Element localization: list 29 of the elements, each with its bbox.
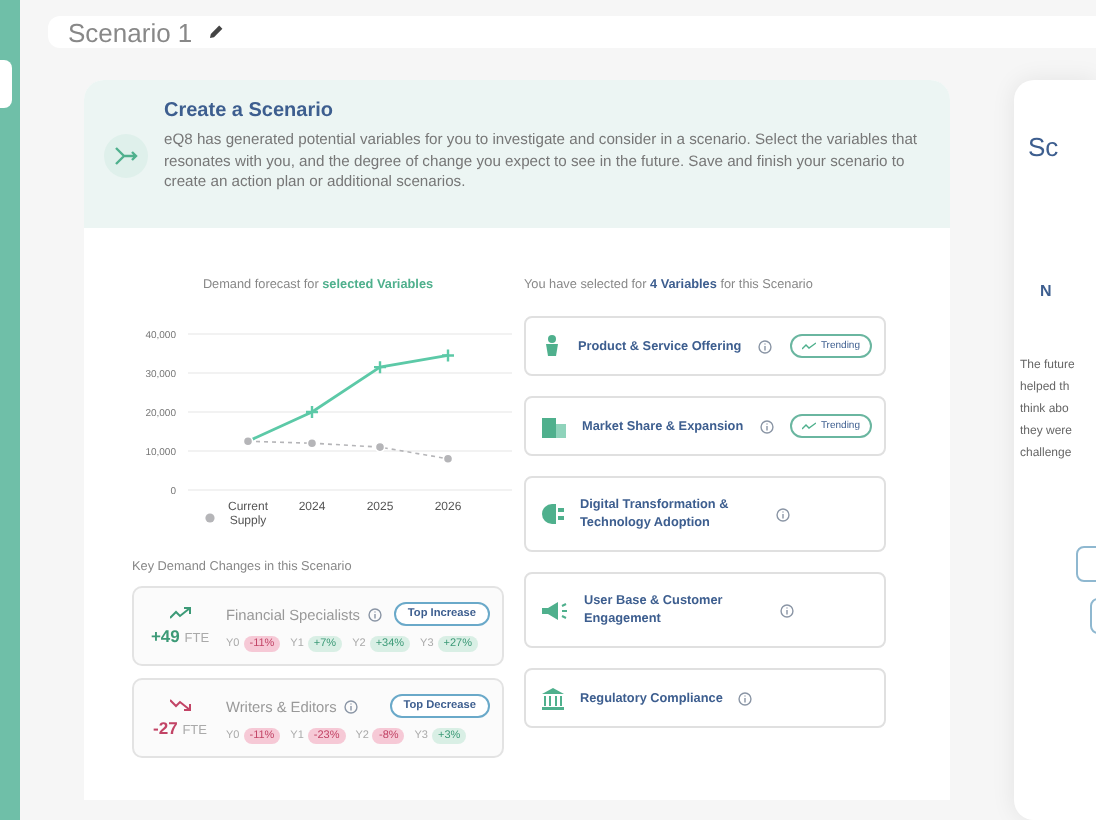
info-icon[interactable]: [738, 691, 753, 705]
point-marker: [442, 453, 454, 465]
scenario-title: Scenario 1: [68, 17, 193, 47]
info-icon[interactable]: [367, 607, 382, 621]
info-icon[interactable]: [776, 507, 790, 521]
intro-title: Create a Scenario: [164, 100, 335, 122]
branch-arrow-icon: [114, 146, 138, 166]
info-icon[interactable]: [780, 603, 794, 617]
pencil-icon[interactable]: [208, 24, 225, 40]
trend-up-icon: [169, 606, 191, 620]
dialog-title: Sc: [1028, 132, 1061, 162]
info-icon[interactable]: [344, 699, 359, 713]
trend-down-icon: [169, 698, 191, 712]
building-icon: [542, 415, 566, 437]
plus-marker: [372, 359, 388, 375]
trend-icon: [802, 342, 817, 350]
info-icon[interactable]: [757, 339, 772, 353]
dialog-subtitle: N: [1040, 282, 1054, 300]
point-marker: [374, 441, 386, 453]
sidebar-tab[interactable]: [0, 60, 12, 108]
info-icon[interactable]: [759, 419, 774, 433]
bank-icon: [542, 687, 564, 709]
trend-icon: [802, 422, 817, 430]
legend-dot: [205, 513, 215, 523]
point-marker: [242, 435, 254, 447]
point-marker: [306, 437, 318, 449]
plus-marker: [440, 348, 456, 363]
plus-marker: [304, 404, 320, 420]
megaphone-icon: [542, 601, 568, 619]
